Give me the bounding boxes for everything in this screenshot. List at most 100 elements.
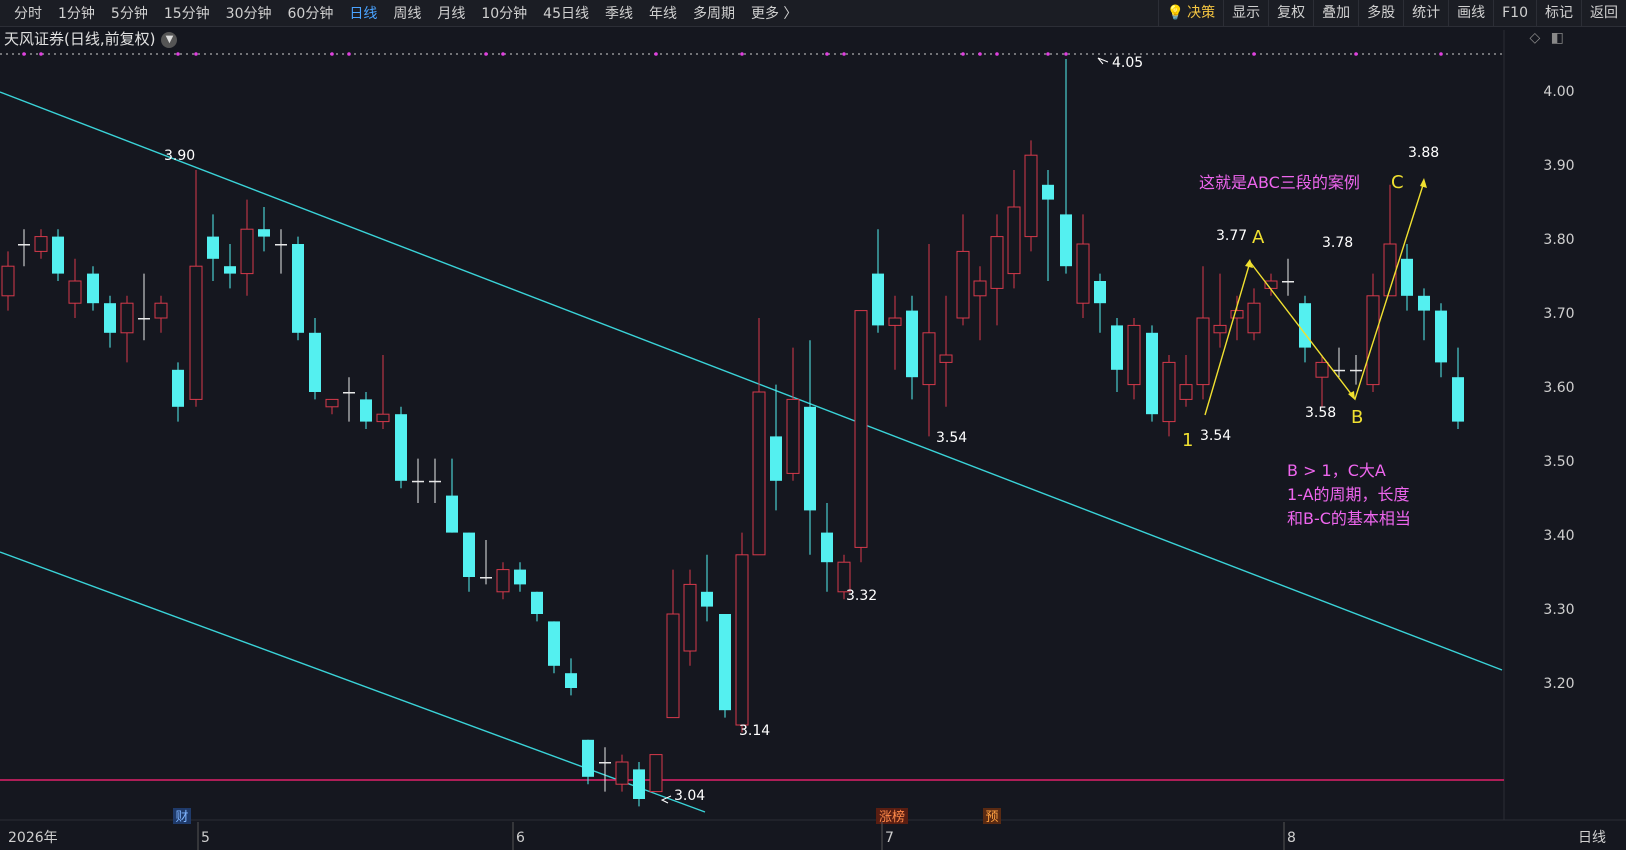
candle-body[interactable] <box>104 303 116 333</box>
candle-body[interactable] <box>325 398 339 408</box>
lower-trendline[interactable] <box>0 551 706 813</box>
candle-body[interactable] <box>752 391 766 556</box>
candle-body[interactable] <box>1247 302 1261 334</box>
candle-body[interactable] <box>821 532 833 563</box>
candle-body[interactable] <box>1299 303 1311 348</box>
candle-body[interactable] <box>599 762 611 764</box>
candle-body[interactable] <box>1213 324 1227 334</box>
candle-body[interactable] <box>87 273 99 304</box>
candle-body[interactable] <box>1435 310 1447 363</box>
candle-body[interactable] <box>854 310 868 548</box>
time-label: 8 <box>1287 830 1296 846</box>
candle-body[interactable] <box>376 413 390 423</box>
candle-body[interactable] <box>309 332 321 392</box>
candle-body[interactable] <box>735 554 749 726</box>
price-label: 3.32 <box>846 588 877 604</box>
candle-body[interactable] <box>683 583 697 652</box>
candle-body[interactable] <box>1401 258 1413 296</box>
candle-body[interactable] <box>719 614 731 711</box>
candle-body[interactable] <box>582 739 594 777</box>
candle-body[interactable] <box>446 495 458 533</box>
candle-body[interactable] <box>804 406 816 511</box>
candle-body[interactable] <box>770 436 782 481</box>
candle-body[interactable] <box>52 236 64 274</box>
candle-body[interactable] <box>1333 369 1345 372</box>
abc-wave-line[interactable] <box>1204 181 1425 416</box>
candle-body[interactable] <box>207 236 219 259</box>
candle-body[interactable] <box>480 577 492 579</box>
price-tick: 3.50 <box>1543 454 1574 470</box>
candle-body[interactable] <box>548 621 560 666</box>
candle-body[interactable] <box>258 229 270 237</box>
candle-body[interactable] <box>531 591 543 614</box>
candle-body[interactable] <box>565 673 577 688</box>
candle-body[interactable] <box>1179 384 1193 400</box>
candle-body[interactable] <box>360 399 372 422</box>
candle-body[interactable] <box>786 398 800 474</box>
candle-body[interactable] <box>1230 310 1244 319</box>
candle-body[interactable] <box>956 250 970 319</box>
candle-body[interactable] <box>973 280 987 297</box>
wave-label-b: B <box>1351 407 1363 428</box>
candle-body[interactable] <box>189 265 203 400</box>
price-tick: 4.00 <box>1543 84 1574 100</box>
candle-body[interactable] <box>34 236 48 252</box>
candle-body[interactable] <box>906 310 918 378</box>
price-label: 3.04 <box>674 788 705 804</box>
candle-body[interactable] <box>395 414 407 481</box>
candle-body[interactable] <box>1 265 15 297</box>
candle-body[interactable] <box>1452 377 1464 422</box>
candle-body[interactable] <box>343 392 355 394</box>
annotation-line: 和B-C的基本相当 <box>1287 509 1411 528</box>
candle-body[interactable] <box>1094 281 1106 304</box>
candle-body[interactable] <box>1282 281 1294 283</box>
candle-body[interactable] <box>1315 361 1329 378</box>
price-label: 3.58 <box>1305 405 1336 421</box>
price-tick: 3.40 <box>1543 528 1574 544</box>
candle-body[interactable] <box>496 569 510 593</box>
price-label: 4.05 <box>1112 55 1143 71</box>
candle-body[interactable] <box>68 280 82 304</box>
candle-body[interactable] <box>412 480 424 483</box>
price-label: 3.54 <box>936 430 967 446</box>
candle-body[interactable] <box>633 769 645 799</box>
event-dot <box>740 52 744 56</box>
candle-body[interactable] <box>1076 243 1090 304</box>
candle-body[interactable] <box>701 591 713 607</box>
candle-body[interactable] <box>224 266 236 274</box>
candle-body[interactable] <box>1042 184 1054 200</box>
candle-body[interactable] <box>922 332 936 386</box>
candle-body[interactable] <box>1196 317 1210 386</box>
candle-body[interactable] <box>240 228 254 275</box>
candle-body[interactable] <box>939 354 953 363</box>
event-dot <box>39 52 43 56</box>
candle-body[interactable] <box>615 761 629 785</box>
candle-body[interactable] <box>1146 332 1158 415</box>
candle-body[interactable] <box>514 569 526 585</box>
candle-body[interactable] <box>1024 154 1038 238</box>
candle-body[interactable] <box>1060 214 1072 267</box>
candle-body[interactable] <box>888 317 902 326</box>
candle-body[interactable] <box>275 244 287 246</box>
candle-body[interactable] <box>1111 325 1123 370</box>
event-dot <box>484 52 488 56</box>
candle-body[interactable] <box>1418 295 1430 311</box>
candle-body[interactable] <box>138 318 150 320</box>
kline-chart[interactable]: 4.00 3.90 3.80 3.70 3.60 3.50 3.40 3.30 … <box>0 0 1626 850</box>
candle-body[interactable] <box>172 369 184 407</box>
candle-body[interactable] <box>18 244 30 246</box>
candle-body[interactable] <box>292 244 304 333</box>
price-label: 3.77 <box>1216 228 1247 244</box>
candle-body[interactable] <box>154 302 168 319</box>
candle-body[interactable] <box>1162 361 1176 423</box>
candle-body[interactable] <box>463 532 475 577</box>
candle-body[interactable] <box>120 302 134 334</box>
candle-body[interactable] <box>1350 369 1362 372</box>
candle-body[interactable] <box>649 754 663 793</box>
candle-body[interactable] <box>1007 206 1021 275</box>
candle-body[interactable] <box>1127 324 1141 386</box>
candle-body[interactable] <box>872 273 884 326</box>
candle-body[interactable] <box>429 480 441 483</box>
candle-body[interactable] <box>666 613 680 719</box>
candle-body[interactable] <box>990 236 1004 289</box>
